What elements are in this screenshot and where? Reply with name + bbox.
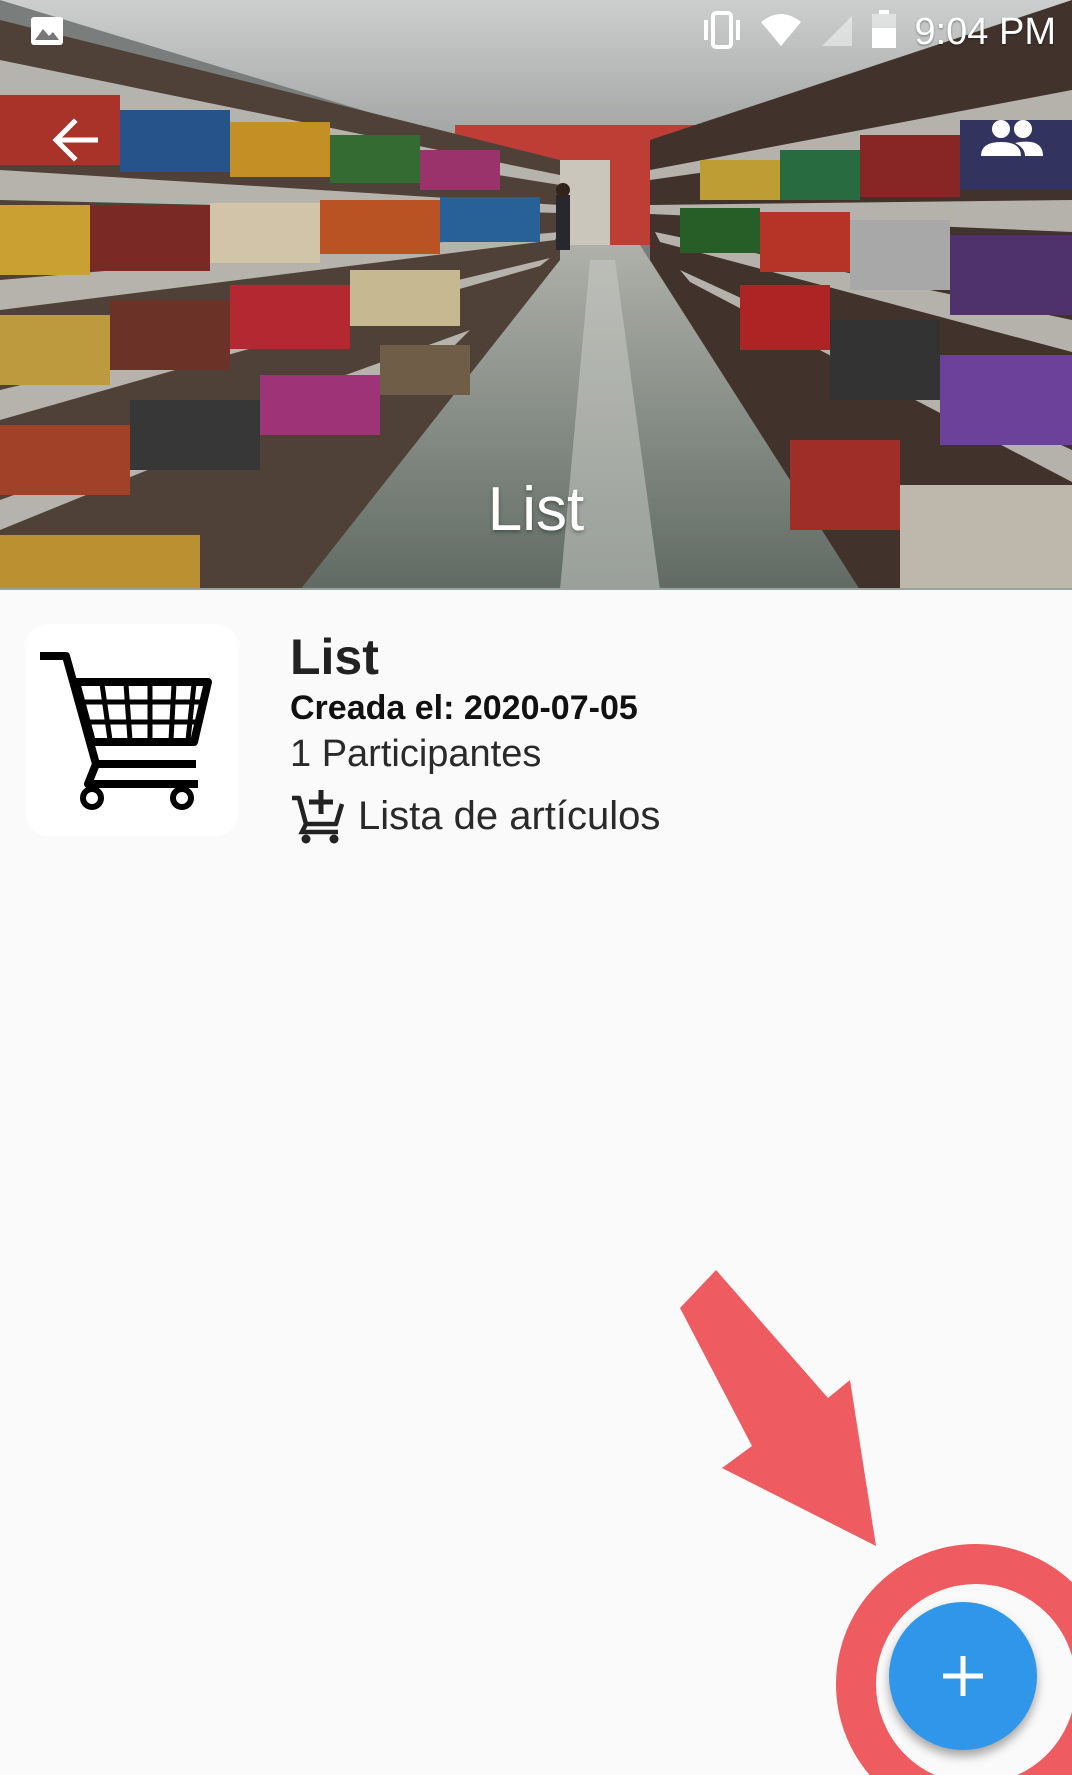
image-icon xyxy=(30,16,64,51)
participants-button[interactable] xyxy=(978,108,1046,168)
list-thumbnail xyxy=(26,624,238,836)
status-icons: 9:04 PM xyxy=(700,8,1056,56)
list-created-date: Creada el: 2020-07-05 xyxy=(290,689,638,727)
annotation-arrow xyxy=(680,1270,876,1546)
items-list-label: Lista de artículos xyxy=(358,793,661,838)
list-name: List xyxy=(290,629,379,685)
wifi-icon xyxy=(760,12,802,53)
list-card[interactable]: List Creada el: 2020-07-05 1 Participant… xyxy=(26,624,1046,844)
screen: 9:04 PM List List Creada el: 2020-07-05 … xyxy=(0,0,1072,1775)
list-info: List Creada el: 2020-07-05 1 Participant… xyxy=(290,624,660,846)
status-bar: 9:04 PM xyxy=(0,0,1072,64)
list-participants: 1 Participantes xyxy=(290,733,542,775)
status-time: 9:04 PM xyxy=(914,10,1056,53)
vibrate-icon xyxy=(700,10,744,55)
header-banner: 9:04 PM List xyxy=(0,0,1072,590)
shopping-cart-icon xyxy=(40,652,212,810)
page-title: List xyxy=(487,475,585,544)
no-sim-icon xyxy=(818,12,854,53)
group-icon xyxy=(981,120,1043,156)
back-button[interactable] xyxy=(44,110,104,170)
items-list-link[interactable]: Lista de artículos xyxy=(290,786,660,846)
add-shopping-cart-icon xyxy=(292,790,345,844)
battery-icon xyxy=(870,9,898,55)
plus-icon xyxy=(943,1656,983,1696)
add-item-button[interactable] xyxy=(889,1602,1037,1750)
arrow-back-icon xyxy=(52,118,98,162)
